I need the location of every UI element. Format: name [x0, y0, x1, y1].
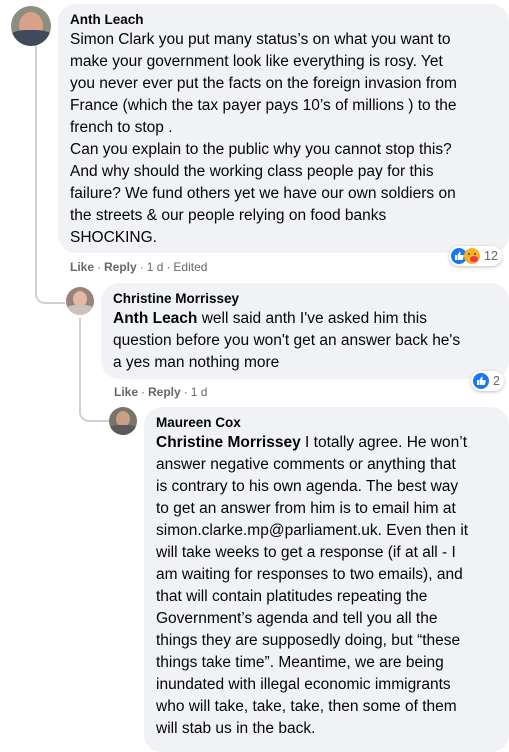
like-button[interactable]: Like — [70, 260, 94, 274]
like-button[interactable]: Like — [114, 385, 138, 399]
comment-actions: Like · Reply · 1 d · Edited — [70, 260, 208, 274]
comment-bubble: Maureen Cox Christine Morrissey I totall… — [144, 407, 509, 752]
avatar-background — [109, 425, 137, 435]
comment-bubble: Anth Leach Simon Clark you put many stat… — [58, 4, 509, 253]
thread-line — [79, 318, 81, 400]
thread-line — [35, 44, 37, 284]
reaction-summary[interactable]: 2 — [471, 371, 504, 391]
reply-button[interactable]: Reply — [104, 260, 137, 274]
comment-text: Anth Leach well said anth I've asked him… — [113, 308, 505, 374]
care-reaction-icon — [464, 248, 480, 264]
reply-button[interactable]: Reply — [148, 385, 181, 399]
comment-actions: Like · Reply · 1 d — [114, 385, 208, 399]
mention-link[interactable]: Christine Morrissey — [156, 434, 301, 451]
comment-bubble: Christine Morrissey Anth Leach well said… — [101, 283, 509, 379]
comment-author[interactable]: Maureen Cox — [156, 414, 241, 432]
comment-time[interactable]: 1 d — [147, 260, 164, 274]
avatar-background — [66, 305, 94, 315]
comment-body: I totally agree. He won’t answer negativ… — [156, 434, 469, 737]
thread-connector — [79, 400, 109, 422]
comment-author[interactable]: Christine Morrissey — [113, 290, 239, 308]
avatar-background — [11, 30, 51, 46]
comment-text: Christine Morrissey I totally agree. He … — [156, 432, 506, 740]
reaction-count: 12 — [484, 249, 498, 263]
comment-time[interactable]: 1 d — [191, 385, 208, 399]
reaction-count: 2 — [493, 374, 500, 388]
avatar[interactable] — [109, 407, 137, 435]
thumbs-up-icon — [473, 373, 489, 389]
comment-text: Simon Clark you put many status’s on wha… — [70, 31, 457, 246]
reaction-summary[interactable]: 12 — [449, 246, 502, 266]
mention-link[interactable]: Anth Leach — [113, 310, 197, 327]
thread-connector — [35, 284, 65, 304]
avatar[interactable] — [66, 287, 94, 315]
comment-author[interactable]: Anth Leach — [70, 11, 144, 29]
avatar[interactable] — [11, 6, 51, 46]
edited-label: Edited — [173, 260, 208, 274]
